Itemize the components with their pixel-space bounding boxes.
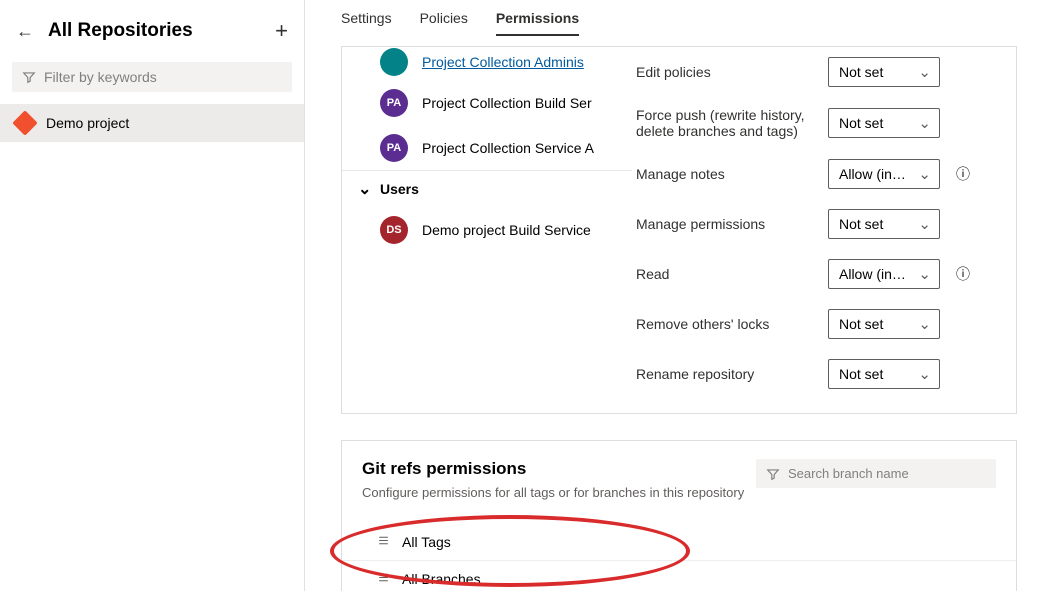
- ref-label: All Tags: [402, 534, 451, 550]
- tabs-bar: Settings Policies Permissions: [341, 0, 1037, 36]
- repo-list: Demo project: [0, 104, 304, 142]
- content-area: Settings Policies Permissions Project Co…: [305, 0, 1037, 591]
- perm-label: Force push (rewrite history, delete bran…: [636, 107, 816, 139]
- users-group-header[interactable]: Users: [342, 170, 632, 207]
- ref-all-branches[interactable]: All Branches: [342, 560, 1016, 591]
- perm-label: Manage permissions: [636, 216, 816, 232]
- back-arrow-icon[interactable]: ←: [16, 21, 34, 42]
- refs-list: All Tags All Branches master Default Com…: [342, 524, 1016, 591]
- ref-all-tags[interactable]: All Tags: [342, 524, 1016, 560]
- perm-select[interactable]: Allow (in…: [828, 159, 940, 189]
- gitrefs-title-block: Git refs permissions Configure permissio…: [362, 459, 744, 500]
- identity-label: Project Collection Service A: [422, 140, 594, 156]
- perm-row: Read Allow (in… ⓘ: [636, 249, 970, 299]
- gitrefs-title: Git refs permissions: [362, 459, 744, 479]
- perm-row: Manage permissions Not set ⓘ: [636, 199, 970, 249]
- identity-row-build[interactable]: PA Project Collection Build Ser: [342, 80, 632, 125]
- users-label: Users: [380, 181, 419, 197]
- perm-label: Manage notes: [636, 166, 816, 182]
- info-icon[interactable]: ⓘ: [956, 264, 970, 284]
- identity-row-user[interactable]: DS Demo project Build Service: [342, 207, 632, 252]
- avatar-icon: [380, 48, 408, 76]
- sidebar-header: ← All Repositories +: [0, 0, 304, 58]
- sidebar-title: All Repositories: [48, 20, 261, 42]
- repo-name: Demo project: [46, 115, 129, 131]
- search-branch-box[interactable]: [756, 459, 996, 488]
- repo-item-demo[interactable]: Demo project: [0, 104, 304, 142]
- perm-select[interactable]: Allow (in…: [828, 259, 940, 289]
- identity-list: Project Collection Adminis PA Project Co…: [342, 47, 632, 413]
- filter-icon: [22, 70, 36, 84]
- perm-label: Rename repository: [636, 366, 816, 382]
- tab-settings[interactable]: Settings: [341, 10, 392, 36]
- avatar-icon: PA: [380, 134, 408, 162]
- gitrefs-subtitle: Configure permissions for all tags or fo…: [362, 485, 744, 500]
- search-branch-input[interactable]: [788, 466, 986, 481]
- perm-select[interactable]: Not set: [828, 309, 940, 339]
- add-repo-button[interactable]: +: [275, 18, 288, 44]
- perm-row: Rename repository Not set ⓘ: [636, 349, 970, 399]
- perm-row: Force push (rewrite history, delete bran…: [636, 97, 970, 149]
- identity-label: Project Collection Adminis: [422, 54, 584, 70]
- identity-row-service[interactable]: PA Project Collection Service A: [342, 125, 632, 170]
- info-icon[interactable]: ⓘ: [956, 164, 970, 184]
- perm-row: Edit policies Not set ⓘ: [636, 47, 970, 97]
- git-repo-icon: [12, 110, 37, 135]
- perm-select[interactable]: Not set: [828, 57, 940, 87]
- tab-permissions[interactable]: Permissions: [496, 10, 579, 36]
- perm-select[interactable]: Not set: [828, 209, 940, 239]
- perm-row: Manage notes Allow (in… ⓘ: [636, 149, 970, 199]
- branches-icon: [376, 571, 392, 587]
- perm-label: Read: [636, 266, 816, 282]
- perm-select[interactable]: Not set: [828, 359, 940, 389]
- filter-box[interactable]: [12, 62, 292, 92]
- perm-label: Remove others' locks: [636, 316, 816, 332]
- gitrefs-header: Git refs permissions Configure permissio…: [342, 441, 1016, 500]
- avatar-icon: PA: [380, 89, 408, 117]
- sidebar: ← All Repositories + Demo project: [0, 0, 305, 591]
- perm-row: Remove others' locks Not set ⓘ: [636, 299, 970, 349]
- perm-select[interactable]: Not set: [828, 108, 940, 138]
- identity-label: Project Collection Build Ser: [422, 95, 592, 111]
- filter-input[interactable]: [44, 69, 282, 85]
- identity-row[interactable]: Project Collection Adminis: [342, 47, 632, 80]
- permission-list: Edit policies Not set ⓘ Force push (rewr…: [632, 47, 984, 413]
- perm-label: Edit policies: [636, 64, 816, 80]
- permissions-panel: Project Collection Adminis PA Project Co…: [341, 46, 1017, 414]
- filter-icon: [766, 467, 780, 481]
- ref-label: All Branches: [402, 571, 481, 587]
- avatar-icon: DS: [380, 216, 408, 244]
- gitrefs-panel: Git refs permissions Configure permissio…: [341, 440, 1017, 591]
- tab-policies[interactable]: Policies: [420, 10, 468, 36]
- tags-icon: [376, 534, 392, 550]
- identity-label: Demo project Build Service: [422, 222, 591, 238]
